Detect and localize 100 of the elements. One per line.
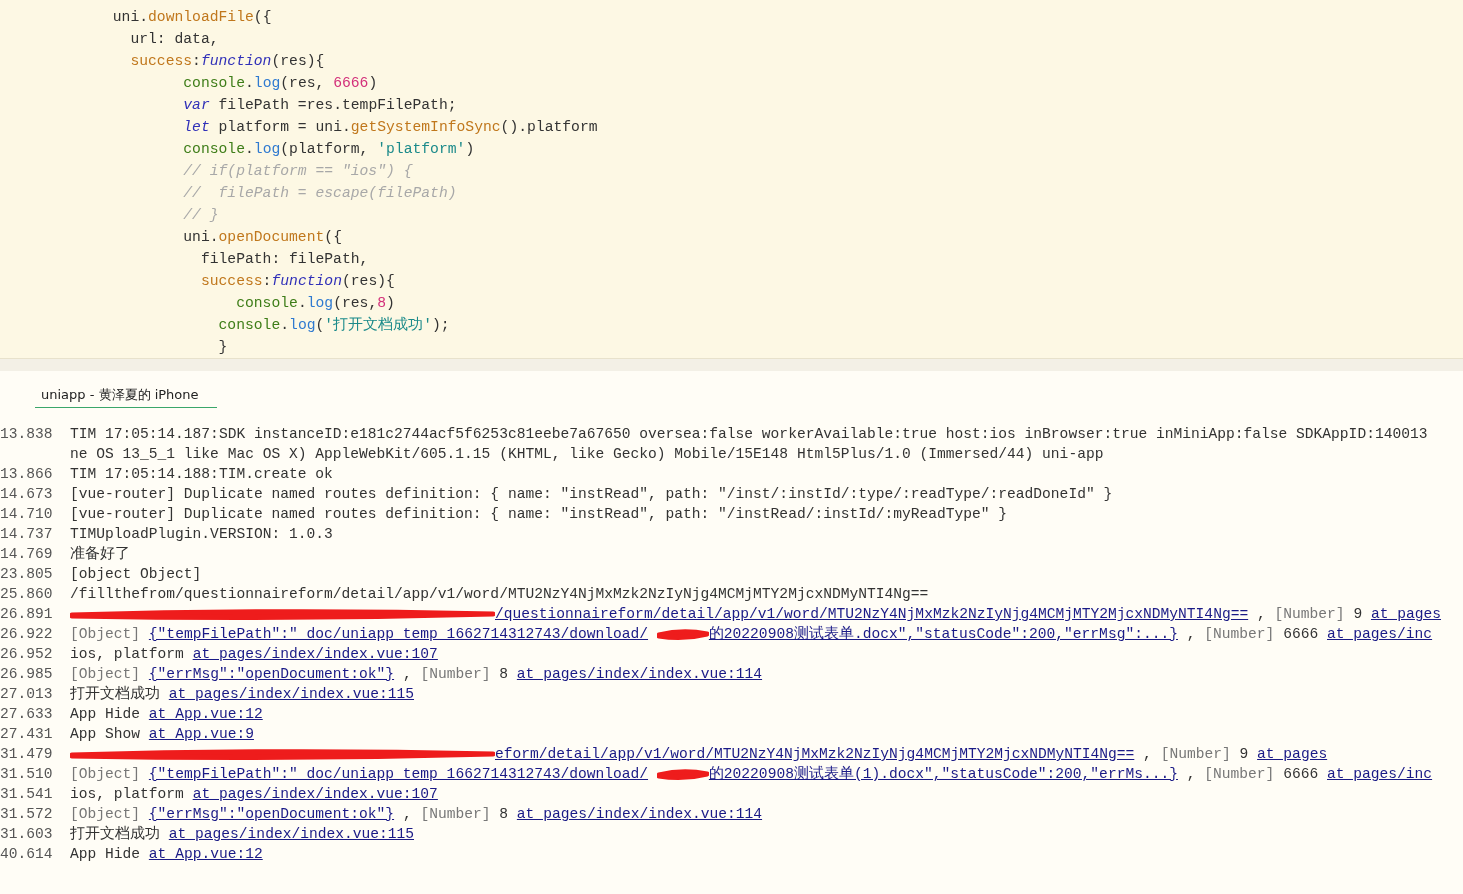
source-link[interactable]: at App.vue:12 — [148, 844, 263, 864]
code-line: uni.openDocument({ — [182, 228, 342, 247]
source-link[interactable]: {"tempFilePath":"_doc/uniapp_temp_1662714312743/download/ — [148, 764, 649, 784]
source-link[interactable]: at pages/index/index.vue:114 — [516, 804, 763, 824]
source-link[interactable]: at pages — [1257, 744, 1328, 764]
source-link[interactable]: {"errMsg":"openDocument:ok"} — [148, 664, 395, 684]
code-line: console.log(res,8) — [235, 294, 395, 313]
source-link[interactable]: at pages/index/index.vue:115 — [168, 824, 414, 844]
log-text: 6666 — [1283, 765, 1319, 784]
timestamp: 31.541 — [0, 785, 54, 804]
splitter-bar[interactable] — [0, 359, 1463, 371]
source-link[interactable]: at pages/index/index.vue:107 — [192, 784, 438, 804]
type-label: [Number] — [420, 805, 491, 824]
log-text: ios, platform — [70, 785, 184, 804]
code-line: success:function(res){ — [129, 52, 325, 71]
log-text: 9 — [1239, 745, 1249, 764]
redaction-scribble — [656, 766, 709, 782]
source-link[interactable]: at App.vue:12 — [148, 704, 263, 724]
log-text: 8 — [499, 665, 509, 684]
source-link[interactable]: at pages/inc — [1327, 764, 1433, 784]
timestamp: 27.013 — [0, 685, 54, 704]
source-link[interactable]: {"errMsg":"openDocument:ok"} — [148, 804, 395, 824]
code-line: filePath: filePath, — [199, 250, 369, 269]
timestamp: 13.838 — [0, 425, 54, 444]
timestamp: 14.673 — [0, 485, 54, 504]
log-text: App Show — [70, 725, 141, 744]
type-label: [Object] — [70, 625, 141, 644]
timestamp: 14.769 — [0, 545, 54, 564]
source-link[interactable]: at pages — [1370, 604, 1441, 624]
type-label: [Number] — [1204, 765, 1275, 784]
log-text: [vue-router] Duplicate named routes definition: { name: "instRead", path: "/instRead/:instId/:myReadType" } — [70, 505, 1008, 524]
type-label: [Number] — [1160, 745, 1231, 764]
timestamp: 31.479 — [0, 745, 54, 764]
log-text: 准备好了 — [70, 544, 130, 564]
code-line: // } — [182, 206, 219, 225]
type-label: [Number] — [420, 665, 491, 684]
type-label: [Number] — [1274, 605, 1345, 624]
timestamp: 14.737 — [0, 525, 54, 544]
code-line: url: data, — [129, 30, 219, 49]
source-link[interactable]: {"tempFilePath":"_doc/uniapp_temp_1662714312743/download/ — [148, 624, 649, 644]
source-link[interactable]: 的20220908测试表单.docx","statusCode":200,"errMsg":...} — [708, 624, 1178, 644]
type-label: [Object] — [70, 805, 141, 824]
timestamp: 25.860 — [0, 585, 54, 604]
log-text: App Hide — [70, 845, 141, 864]
code-line: console.log('打开文档成功'); — [217, 315, 450, 335]
log-text: TIM 17:05:14.188:TIM.create ok — [70, 465, 333, 484]
log-text: , — [1143, 745, 1152, 764]
log-text: [vue-router] Duplicate named routes definition: { name: "instRead", path: "/inst/:instId/:type/:readType/:readDoneId" } — [70, 485, 1113, 504]
log-text: 6666 — [1283, 625, 1319, 644]
log-text: 9 — [1353, 605, 1363, 624]
log-text: , — [1186, 625, 1196, 644]
code-line: let platform = uni.getSystemInfoSync().platform — [182, 118, 598, 137]
log-text: TIM 17:05:14.187:SDK instanceID:e181c2744acf5f6253c81eebe7a67650 oversea:false workerAvailable:true host:ios inBrowser:true inMiniApp:false SDKAppID:140013 — [70, 425, 1428, 444]
log-text: 8 — [499, 805, 509, 824]
log-text: , — [1256, 605, 1266, 624]
log-text: , — [402, 805, 412, 824]
type-label: [Object] — [70, 665, 141, 684]
source-link[interactable]: 的20220908测试表单(1).docx","statusCode":200,"errMs...} — [708, 764, 1178, 784]
log-text: , — [402, 665, 412, 684]
timestamp: 14.710 — [0, 505, 54, 524]
code-line: success:function(res){ — [199, 272, 395, 291]
timestamp: 31.510 — [0, 765, 54, 784]
log-text: ne OS 13_5_1 like Mac OS X) AppleWebKit/605.1.15 (KHTML, like Gecko) Mobile/15E148 Html5Plus/1.0 (Immersed/44) uni-app — [70, 445, 1104, 464]
log-text: App Hide — [70, 705, 141, 724]
code-line: // if(platform == "ios") { — [182, 162, 413, 181]
log-text: /fillthefrom/questionnaireform/detail/app/v1/word/MTU2NzY4NjMxMzk2NzIyNjg4MCMjMTY2MjcxNDMyNTI4Ng== — [70, 585, 929, 604]
timestamp: 27.431 — [0, 725, 54, 744]
log-text: TIMUploadPlugin.VERSION: 1.0.3 — [70, 525, 333, 544]
code-line: } — [217, 338, 228, 357]
log-text: , — [1186, 765, 1196, 784]
timestamp: 26.985 — [0, 665, 54, 684]
source-link[interactable]: at pages/inc — [1327, 624, 1433, 644]
code-line: console.log(platform, 'platform') — [182, 140, 475, 159]
code-line: uni.downloadFile({ — [111, 8, 272, 27]
source-link[interactable]: /questionnaireform/detail/app/v1/word/MTU2NzY4NjMxMzk2NzIyNjg4MCMjMTY2MjcxNDMyNTI4Ng== — [495, 604, 1249, 624]
timestamp: 26.952 — [0, 645, 54, 664]
type-label: [Object] — [70, 765, 141, 784]
code-line: console.log(res, 6666) — [182, 74, 378, 93]
redaction-scribble — [656, 626, 709, 642]
timestamp: 31.572 — [0, 805, 54, 824]
timestamp: 26.891 — [0, 605, 54, 624]
log-text: [object Object] — [70, 565, 202, 584]
log-text: 打开文档成功 — [70, 684, 160, 704]
console-tab[interactable]: uniapp - 黄泽夏的 iPhone — [35, 386, 217, 408]
type-label: [Number] — [1204, 625, 1275, 644]
timestamp: 27.633 — [0, 705, 54, 724]
timestamp: 23.805 — [0, 565, 54, 584]
timestamp: 40.614 — [0, 845, 54, 864]
source-link[interactable]: at pages/index/index.vue:114 — [516, 664, 763, 684]
source-link[interactable]: at pages/index/index.vue:115 — [168, 684, 414, 704]
timestamp: 31.603 — [0, 825, 54, 844]
source-link[interactable]: at pages/index/index.vue:107 — [192, 644, 438, 664]
timestamp: 13.866 — [0, 465, 54, 484]
source-link[interactable]: eform/detail/app/v1/word/MTU2NzY4NjMxMzk2NzIyNjg4MCMjMTY2MjcxNDMyNTI4Ng== — [495, 744, 1135, 764]
timestamp: 26.922 — [0, 625, 54, 644]
code-line: var filePath =res.tempFilePath; — [182, 96, 457, 115]
log-text: ios, platform — [70, 645, 184, 664]
code-line: // filePath = escape(filePath) — [182, 184, 457, 203]
source-link[interactable]: at App.vue:9 — [148, 724, 254, 744]
log-text: 打开文档成功 — [70, 824, 160, 844]
